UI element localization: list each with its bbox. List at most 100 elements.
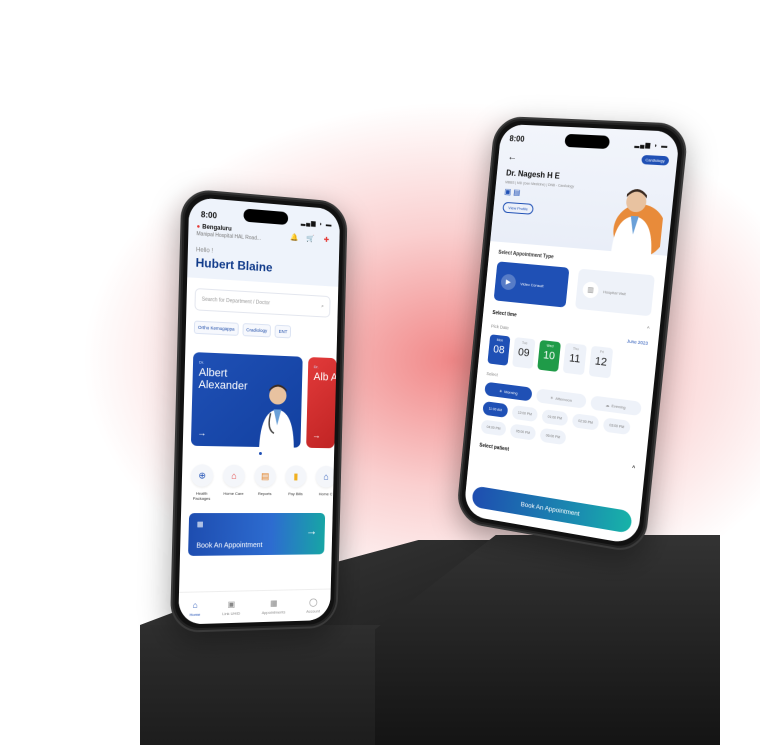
time-slot[interactable]: 05:00 PM <box>510 423 536 440</box>
appointment-type-label: Video Consult <box>520 281 544 288</box>
service-label: Reports <box>251 491 278 496</box>
right-phone-screen: 8:00 ▂▄▆ ◗ ▬ Cardiology ← Dr. Nagesh H E… <box>463 124 680 545</box>
search-icon: ⌕ <box>321 303 324 309</box>
service-item[interactable]: ⌂ Home Care <box>219 465 247 501</box>
doctor-photo <box>256 381 298 448</box>
tab-label: Appointments <box>262 609 286 615</box>
select-time-label: Select time <box>492 310 517 318</box>
doctor-name: Alb Ale <box>313 371 336 385</box>
video-icon: ▶ <box>500 274 516 291</box>
date-item[interactable]: Tue 09 <box>512 337 535 369</box>
chip[interactable]: ENT <box>275 325 292 339</box>
pick-date-label: Pick Date <box>491 324 509 331</box>
arrow-right-icon: → <box>306 524 318 538</box>
bottom-tab-bar: ⌂ Home ▣ Link UHID ▦ Appointments ◯ Account <box>178 589 331 625</box>
chevron-up-icon: ^ <box>632 465 636 472</box>
appointment-type-video[interactable]: ▶ Video Consult <box>494 261 570 307</box>
time-slot[interactable]: 12:00 PM <box>512 405 538 422</box>
signal-icon: ▂▄▆ ◗ ▬ <box>301 219 333 228</box>
shift-label: Morning <box>504 389 518 396</box>
appointment-type-label: Hospital Visit <box>603 289 626 296</box>
doctor-carousel: Dr. Albert Alexander → Dr. Alb Ale → <box>191 352 337 448</box>
dynamic-island <box>564 134 610 149</box>
doctor-prefix: Dr. <box>199 359 204 364</box>
time-slot[interactable]: 02:00 PM <box>572 413 600 431</box>
shift-morning[interactable]: ☀ Morning <box>484 382 533 402</box>
chip[interactable]: Cradiology <box>242 323 271 337</box>
view-profile-button[interactable]: View Profile <box>502 202 534 215</box>
pin-icon: ● <box>196 224 200 230</box>
date-item[interactable]: Wed 10 <box>537 340 561 372</box>
date-num: 09 <box>513 346 535 360</box>
service-item[interactable]: ⊕ Health Packages <box>187 464 216 501</box>
service-item[interactable]: ⌂ Home C <box>312 466 339 502</box>
search-placeholder: Search for Department / Doctor <box>202 297 270 307</box>
date-num: 11 <box>564 352 586 366</box>
signal-icon: ▂▄▆ ◗ ▬ <box>634 141 668 150</box>
tab-link-uhid[interactable]: ▣ Link UHID <box>222 599 240 616</box>
service-label: Home C <box>312 491 338 496</box>
cart-icon[interactable]: 🛒 <box>305 232 317 245</box>
cloud-icon: ☁ <box>605 402 609 408</box>
arrow-right-icon[interactable]: → <box>197 428 206 438</box>
book-appointment-button[interactable]: Book An Appointment <box>471 485 632 533</box>
header-icons: 🔔 🛒 ✚ <box>288 231 332 246</box>
tab-account[interactable]: ◯ Account <box>306 597 320 613</box>
time-slot[interactable]: 06:00 PM <box>539 428 566 445</box>
shift-afternoon[interactable]: ☀ Afternoon <box>536 388 586 408</box>
service-item[interactable]: ▤ Reports <box>251 465 279 501</box>
doctor-card[interactable]: Dr. Albert Alexander → <box>191 352 303 448</box>
sun-icon: ☀ <box>499 388 503 393</box>
date-item[interactable]: Mon 08 <box>487 334 510 366</box>
service-label: Pay Bills <box>282 491 309 496</box>
date-item[interactable]: Fri 12 <box>589 346 614 379</box>
month-selector[interactable]: June 2023 <box>627 339 649 346</box>
search-input[interactable]: Search for Department / Doctor ⌕ <box>194 288 330 318</box>
tab-home[interactable]: ⌂ Home <box>190 600 201 617</box>
left-phone: 8:00 ▂▄▆ ◗ ▬ ● Bengaluru Manipal Hospital… <box>170 188 348 633</box>
calendar-icon: ▦ <box>197 520 204 528</box>
arrow-right-icon[interactable]: → <box>312 430 321 440</box>
book-appointment-banner[interactable]: ▦ Book An Appointment → <box>188 513 325 556</box>
time-slot[interactable]: 03:00 PM <box>603 417 631 435</box>
reports-icon: ▤ <box>254 465 276 487</box>
tab-appointments[interactable]: ▦ Appointments <box>262 598 286 615</box>
carousel-dots <box>183 451 335 456</box>
user-icon: ◯ <box>306 597 320 606</box>
quick-chips: Ortho Kemugappa Cradiology ENT <box>194 321 330 341</box>
emergency-icon[interactable]: ✚ <box>321 234 333 247</box>
tab-label: Home <box>190 611 201 616</box>
status-time: 8:00 <box>509 134 525 144</box>
tab-label: Account <box>306 608 320 613</box>
banner-label: Book An Appointment <box>196 542 262 550</box>
service-label: Health Packages <box>187 491 215 501</box>
doctor-card[interactable]: Dr. Alb Ale → <box>306 357 336 448</box>
date-num: 08 <box>488 343 509 357</box>
carousel-dot <box>258 452 261 455</box>
pay-bills-icon: ▮ <box>285 465 306 487</box>
hospital-icon: ▥ <box>582 281 599 299</box>
date-num: 10 <box>538 349 560 363</box>
chip[interactable]: Ortho Kemugappa <box>194 321 239 336</box>
home-icon: ⌂ <box>316 466 337 488</box>
appointment-type-hospital[interactable]: ▥ Hospital Visit <box>575 269 655 317</box>
date-item[interactable]: Thu 11 <box>563 343 587 375</box>
service-item[interactable]: ▮ Pay Bills <box>282 465 310 501</box>
home-icon: ⌂ <box>190 600 201 609</box>
notification-icon[interactable]: 🔔 <box>288 231 300 244</box>
shift-label: Evening <box>611 403 626 410</box>
home-care-icon: ⌂ <box>223 465 245 487</box>
specialty-badge: Cardiology <box>641 155 669 166</box>
health-packages-icon: ⊕ <box>191 464 214 487</box>
shift-evening[interactable]: ☁ Evening <box>590 395 642 416</box>
doctor-prefix: Dr. <box>314 364 319 369</box>
doctor-photo <box>603 180 666 255</box>
services-row: ⊕ Health Packages ⌂ Home Care ▤ Reports ▮ Pa… <box>187 464 333 501</box>
date-num: 12 <box>590 355 613 370</box>
left-phone-screen: 8:00 ▂▄▆ ◗ ▬ ● Bengaluru Manipal Hospital… <box>178 197 340 625</box>
time-slot[interactable]: 01:00 PM <box>541 409 568 426</box>
time-slot[interactable]: 04:00 PM <box>481 419 507 436</box>
status-time: 8:00 <box>201 210 217 220</box>
service-label: Home Care <box>220 491 248 496</box>
time-slot[interactable]: 11:00 AM <box>482 401 508 418</box>
